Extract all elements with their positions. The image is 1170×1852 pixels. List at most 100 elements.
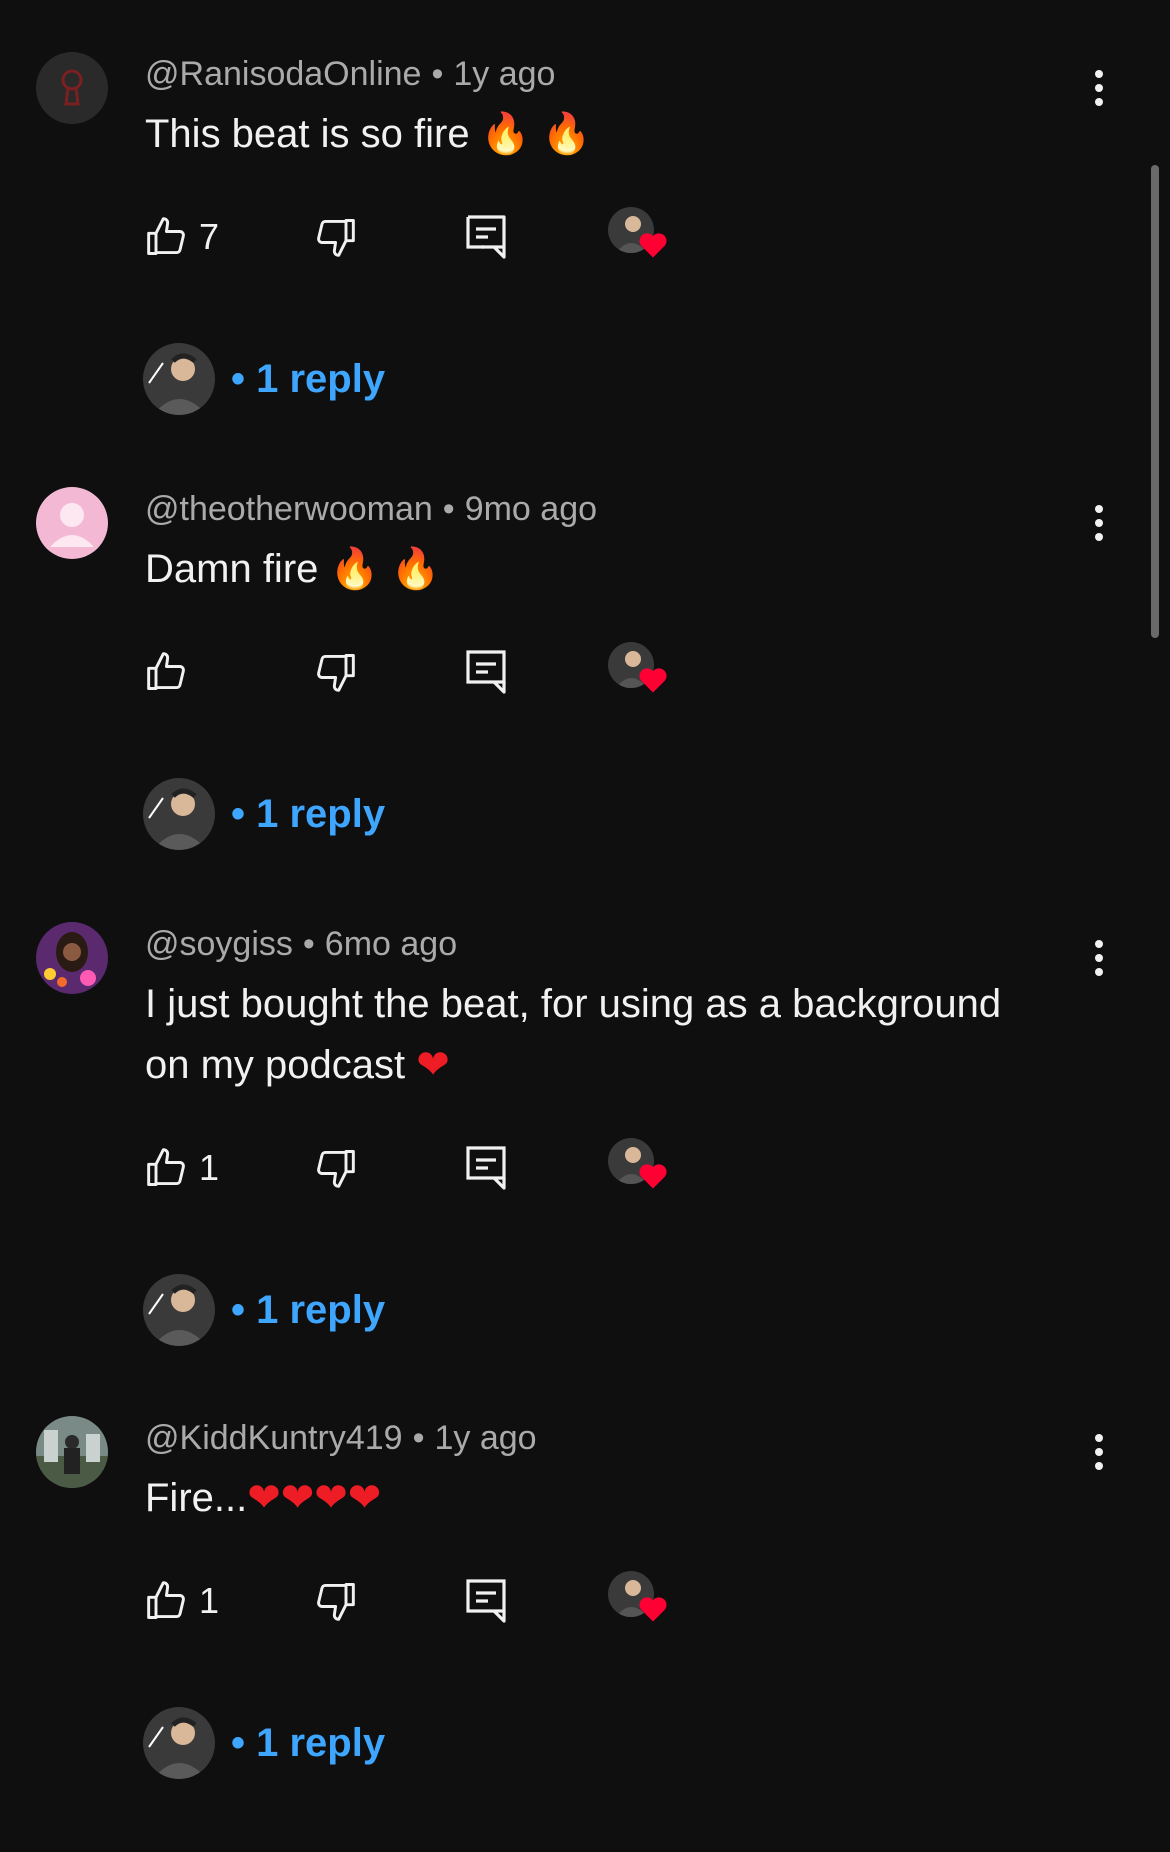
more-options-button[interactable]	[1082, 1428, 1116, 1476]
fire-emoji: 🔥	[480, 111, 531, 157]
avatar[interactable]	[36, 487, 108, 559]
like-count: 7	[199, 216, 220, 257]
comment-meta: @soygiss • 6mo ago	[145, 922, 457, 966]
more-options-button[interactable]	[1082, 934, 1116, 982]
creator-heart	[608, 642, 674, 698]
creator-photo-avatar	[143, 343, 215, 415]
heart-icon	[639, 1164, 667, 1189]
reply-comment-icon	[466, 1579, 506, 1623]
comment-time: 9mo ago	[464, 490, 598, 528]
heart-emoji: ❤	[280, 1475, 315, 1521]
avatar[interactable]	[36, 922, 108, 994]
avatar[interactable]	[36, 1416, 108, 1488]
reply-comment-icon	[466, 650, 506, 694]
reply-button[interactable]	[464, 642, 508, 702]
like-button[interactable]	[145, 642, 199, 702]
more-options-button[interactable]	[1082, 499, 1116, 547]
comments-feed: @RanisodaOnline • 1y ago This beat is so f…	[0, 0, 1170, 1852]
comment-time: 1y ago	[434, 1419, 537, 1457]
thumbs-down-icon	[317, 1583, 355, 1621]
comment-meta: @KiddKuntry419 • 1y ago	[145, 1416, 537, 1460]
dislike-button[interactable]	[313, 207, 357, 267]
comment-text: This beat is so fire 🔥 🔥	[145, 104, 1095, 165]
meta-separator: •	[442, 490, 455, 528]
reply-author-avatar	[143, 1707, 215, 1779]
replies-count-label: • 1 reply	[231, 1720, 386, 1765]
vertical-dots-icon	[1095, 70, 1103, 106]
dislike-button[interactable]	[313, 1571, 357, 1631]
comment-text: Fire...❤❤❤❤	[145, 1468, 1095, 1529]
fire-emoji: 🔥	[390, 546, 441, 592]
reply-button[interactable]	[464, 207, 508, 267]
creator-photo-avatar	[143, 1274, 215, 1346]
thumbs-up-icon	[147, 652, 185, 690]
comment-item: @theotherwooman•9mo ago Damn fire 🔥 🔥	[0, 487, 1150, 917]
like-button[interactable]: 1	[145, 1138, 219, 1198]
comment-item: @soygiss • 6mo ago I just bought the beat,…	[0, 922, 1150, 1402]
thumbs-up-icon	[147, 1581, 185, 1619]
reply-button[interactable]	[464, 1138, 508, 1198]
replies-count-label: • 1 reply	[231, 356, 386, 401]
like-count: 1	[199, 1580, 220, 1621]
comment-time: 1y ago	[453, 55, 556, 93]
author-handle[interactable]: @soygiss	[145, 925, 293, 963]
comment-body: This beat is so fire	[145, 112, 470, 156]
author-handle[interactable]: @RanisodaOnline	[145, 55, 421, 93]
comment-body-line: on my podcast	[145, 1043, 406, 1087]
heart-emoji: ❤	[416, 1042, 450, 1088]
creator-heart	[608, 1138, 674, 1194]
comment-meta: @theotherwooman • 9mo ago	[145, 487, 597, 531]
thumbs-up-icon	[147, 217, 185, 255]
view-replies-button[interactable]: • 1 reply	[143, 777, 385, 851]
reply-author-avatar	[143, 778, 215, 850]
creator-photo-avatar	[143, 778, 215, 850]
reply-author-avatar	[143, 343, 215, 415]
keyhole-logo-avatar	[36, 52, 108, 124]
vertical-dots-icon	[1095, 940, 1103, 976]
comment-time: 6mo ago	[324, 925, 458, 963]
comment-body-line: I just bought the beat, for using as a b…	[145, 982, 1002, 1026]
creator-photo-avatar	[143, 1707, 215, 1779]
dislike-button[interactable]	[313, 642, 357, 702]
heart-icon	[639, 668, 667, 693]
fire-emoji: 🔥	[541, 111, 592, 157]
fire-emoji: 🔥	[329, 546, 380, 592]
thumbs-down-icon	[317, 219, 355, 257]
vertical-dots-icon	[1095, 1434, 1103, 1470]
dislike-button[interactable]	[313, 1138, 357, 1198]
photo-avatar-outdoor	[36, 1416, 108, 1488]
comment-text: I just bought the beat, for using as a b…	[145, 974, 1095, 1096]
comment-item: @RanisodaOnline • 1y ago This beat is so f…	[0, 52, 1150, 482]
comment-text: Damn fire 🔥 🔥	[145, 539, 1095, 600]
meta-separator: •	[412, 1419, 425, 1457]
more-options-button[interactable]	[1082, 64, 1116, 112]
meta-separator: •	[302, 925, 315, 963]
thumbs-down-icon	[317, 1150, 355, 1188]
reply-author-avatar	[143, 1274, 215, 1346]
reply-comment-icon	[466, 1146, 506, 1190]
comment-actions	[0, 642, 1150, 702]
reply-button[interactable]	[464, 1571, 508, 1631]
like-button[interactable]: 7	[145, 207, 219, 267]
heart-icon	[639, 1597, 667, 1622]
creator-heart	[608, 1571, 674, 1627]
thumbs-down-icon	[317, 654, 355, 692]
heart-emoji: ❤	[314, 1475, 348, 1521]
heart-emoji: ❤	[247, 1475, 281, 1521]
view-replies-button[interactable]: • 1 reply	[143, 342, 385, 416]
author-handle[interactable]: @theotherwooman	[145, 490, 433, 528]
photo-avatar-woman	[36, 922, 108, 994]
replies-count-label: • 1 reply	[231, 791, 386, 836]
meta-separator: •	[431, 55, 444, 93]
view-replies-button[interactable]: • 1 reply	[143, 1706, 385, 1780]
heart-emoji: ❤	[347, 1475, 382, 1521]
avatar[interactable]	[36, 52, 108, 124]
comment-actions: 7	[0, 207, 1150, 267]
like-button[interactable]: 1	[145, 1571, 219, 1631]
view-replies-button[interactable]: • 1 reply	[143, 1273, 385, 1347]
author-handle[interactable]: @KiddKuntry419	[145, 1419, 403, 1457]
comment-item: @KiddKuntry419 • 1y ago Fire...❤❤❤❤ 1 • …	[0, 1416, 1150, 1846]
like-count: 1	[199, 1147, 220, 1188]
default-pink-avatar	[36, 487, 108, 559]
scrollbar[interactable]	[1151, 165, 1159, 638]
